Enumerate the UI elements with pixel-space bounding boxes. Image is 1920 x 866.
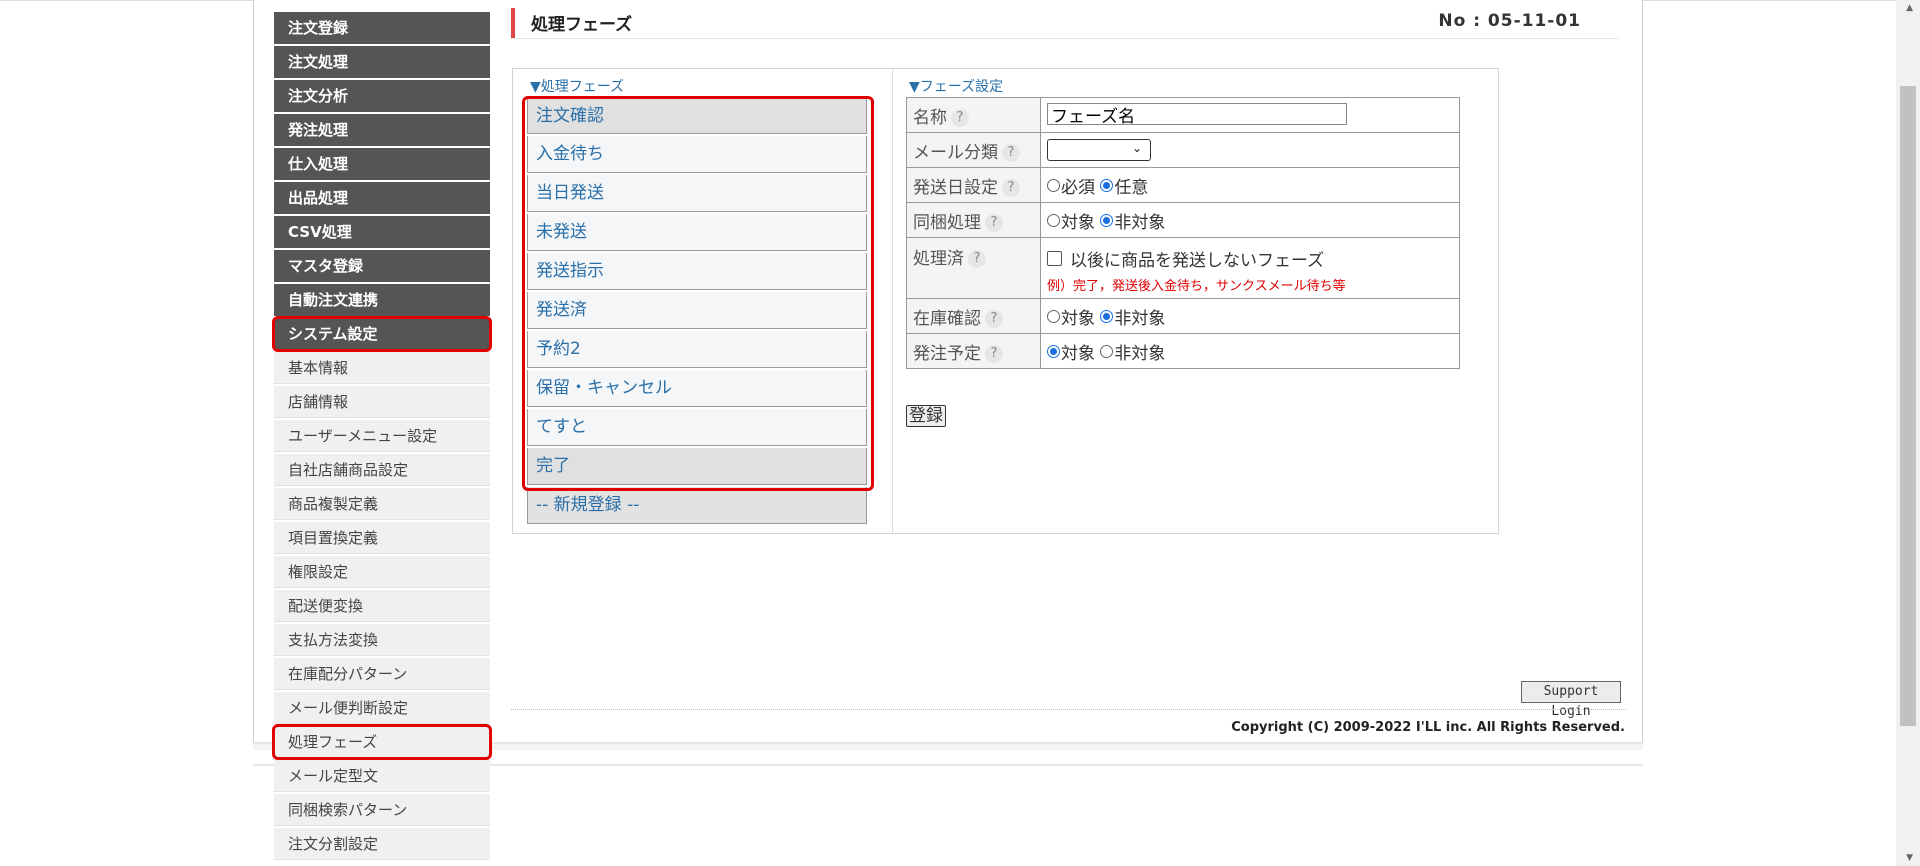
mail-category-label: メール分類 xyxy=(913,142,998,163)
vertical-scrollbar[interactable]: ▲ ▼ xyxy=(1896,0,1920,866)
mail-category-select[interactable]: ⌄ xyxy=(1047,139,1151,161)
sidebar-sub-own-store-product[interactable]: 自社店舗商品設定 xyxy=(274,454,490,486)
sidebar: 注文登録 注文処理 注文分析 発注処理 仕入処理 出品処理 CSV処理 マスタ登… xyxy=(272,12,492,862)
support-login-button[interactable]: Support Login xyxy=(1521,681,1621,719)
order-plan-target-radio[interactable] xyxy=(1047,345,1060,358)
ship-date-required-label: 必須 xyxy=(1061,177,1095,198)
name-label: 名称 xyxy=(913,107,947,128)
bundle-target-radio[interactable] xyxy=(1047,214,1060,227)
bundle-target-label: 対象 xyxy=(1061,212,1095,233)
sidebar-item-order-analysis[interactable]: 注文分析 xyxy=(274,80,490,112)
sidebar-sub-delivery-convert[interactable]: 配送便変換 xyxy=(274,590,490,622)
bundle-label: 同梱処理 xyxy=(913,212,981,233)
sidebar-sub-mail-template[interactable]: メール定型文 xyxy=(274,760,490,792)
panel-divider xyxy=(892,69,893,533)
register-button[interactable]: 登録 xyxy=(906,405,946,427)
ship-date-required-radio[interactable] xyxy=(1047,179,1060,192)
help-icon[interactable]: ? xyxy=(951,108,969,127)
sidebar-item-master[interactable]: マスタ登録 xyxy=(274,250,490,282)
sidebar-sub-bundle-search[interactable]: 同梱検索パターン xyxy=(274,794,490,826)
stock-target-label: 対象 xyxy=(1061,308,1095,329)
bundle-nontarget-label: 非対象 xyxy=(1114,212,1166,233)
help-icon[interactable]: ? xyxy=(985,344,1003,363)
phase-name-input[interactable] xyxy=(1047,103,1347,126)
help-icon[interactable]: ? xyxy=(1002,178,1020,197)
footer-divider xyxy=(511,709,1626,710)
title-bar: 処理フェーズ No : 05-11-01 xyxy=(511,8,1619,39)
sidebar-item-order-process[interactable]: 注文処理 xyxy=(274,46,490,78)
order-plan-target-label: 対象 xyxy=(1061,343,1095,364)
sidebar-sub-permissions[interactable]: 権限設定 xyxy=(274,556,490,588)
scroll-up-icon[interactable]: ▲ xyxy=(1906,3,1913,13)
sidebar-sub-store-info[interactable]: 店舗情報 xyxy=(274,386,490,418)
sidebar-item-csv[interactable]: CSV処理 xyxy=(274,216,490,248)
processed-label: 処理済 xyxy=(913,249,964,269)
page-number: No : 05-11-01 xyxy=(1438,11,1581,31)
order-plan-label: 発注予定 xyxy=(913,343,981,364)
stock-target-radio[interactable] xyxy=(1047,310,1060,323)
phase-settings-heading: ▼フェーズ設定 xyxy=(909,79,1004,95)
ship-date-label: 発送日設定 xyxy=(913,177,998,198)
sidebar-sub-product-copy[interactable]: 商品複製定義 xyxy=(274,488,490,520)
bundle-nontarget-radio[interactable] xyxy=(1100,214,1114,227)
sidebar-sub-payment-convert[interactable]: 支払方法変換 xyxy=(274,624,490,656)
sidebar-sub-user-menu[interactable]: ユーザーメニュー設定 xyxy=(274,420,490,452)
sidebar-sub-basic-info[interactable]: 基本情報 xyxy=(274,352,490,384)
sidebar-sub-stock-pattern[interactable]: 在庫配分パターン xyxy=(274,658,490,690)
sidebar-item-system-settings[interactable]: システム設定 xyxy=(272,316,492,352)
help-icon[interactable]: ? xyxy=(985,309,1003,328)
processed-note: 例）完了，発送後入金待ち，サンクスメール待ち等 xyxy=(1047,278,1346,294)
stock-nontarget-label: 非対象 xyxy=(1114,308,1166,329)
help-icon[interactable]: ? xyxy=(968,250,986,268)
help-icon[interactable]: ? xyxy=(1002,143,1020,162)
ship-date-optional-radio[interactable] xyxy=(1100,179,1114,192)
ship-date-optional-label: 任意 xyxy=(1114,177,1149,198)
sidebar-sub-field-replace[interactable]: 項目置換定義 xyxy=(274,522,490,554)
sidebar-item-stocking[interactable]: 仕入処理 xyxy=(274,148,490,180)
order-plan-nontarget-label: 非対象 xyxy=(1114,343,1166,364)
order-plan-nontarget-radio[interactable] xyxy=(1100,345,1114,358)
copyright-text: Copyright (C) 2009-2022 I'LL inc. All Ri… xyxy=(1231,720,1625,735)
sidebar-sub-order-split[interactable]: 注文分割設定 xyxy=(274,828,490,860)
sidebar-item-auto-order[interactable]: 自動注文連携 xyxy=(274,284,490,316)
stock-check-label: 在庫確認 xyxy=(913,308,981,329)
page-title: 処理フェーズ xyxy=(531,15,633,35)
sidebar-item-purchase-order[interactable]: 発注処理 xyxy=(274,114,490,146)
sidebar-sub-process-phase[interactable]: 処理フェーズ xyxy=(272,724,492,760)
phase-settings-table: 名称? メール分類? ⌄ 発送日設定? 必須 任意 同梱処理? 対象 非対象 処… xyxy=(906,97,1460,369)
phase-list-heading: ▼処理フェーズ xyxy=(530,79,625,95)
phase-list-highlight xyxy=(522,96,874,491)
processed-checkbox-label: 以後に商品を発送しないフェーズ xyxy=(1070,250,1325,271)
sidebar-item-listing[interactable]: 出品処理 xyxy=(274,182,490,214)
scroll-down-icon[interactable]: ▼ xyxy=(1906,853,1913,863)
scrollbar-thumb[interactable] xyxy=(1900,86,1916,726)
stock-nontarget-radio[interactable] xyxy=(1100,310,1114,323)
content-panel: ▼処理フェーズ ▼フェーズ設定 注文確認 入金待ち 当日発送 未発送 発送指示 … xyxy=(512,68,1499,534)
title-mark xyxy=(511,8,515,38)
sidebar-sub-mail-judge[interactable]: メール便判断設定 xyxy=(274,692,490,724)
phase-new-register[interactable]: -- 新規登録 -- xyxy=(527,487,867,524)
processed-checkbox[interactable] xyxy=(1047,251,1062,266)
help-icon[interactable]: ? xyxy=(985,213,1003,232)
sidebar-item-order-register[interactable]: 注文登録 xyxy=(274,12,490,44)
chevron-down-icon: ⌄ xyxy=(1131,141,1142,155)
